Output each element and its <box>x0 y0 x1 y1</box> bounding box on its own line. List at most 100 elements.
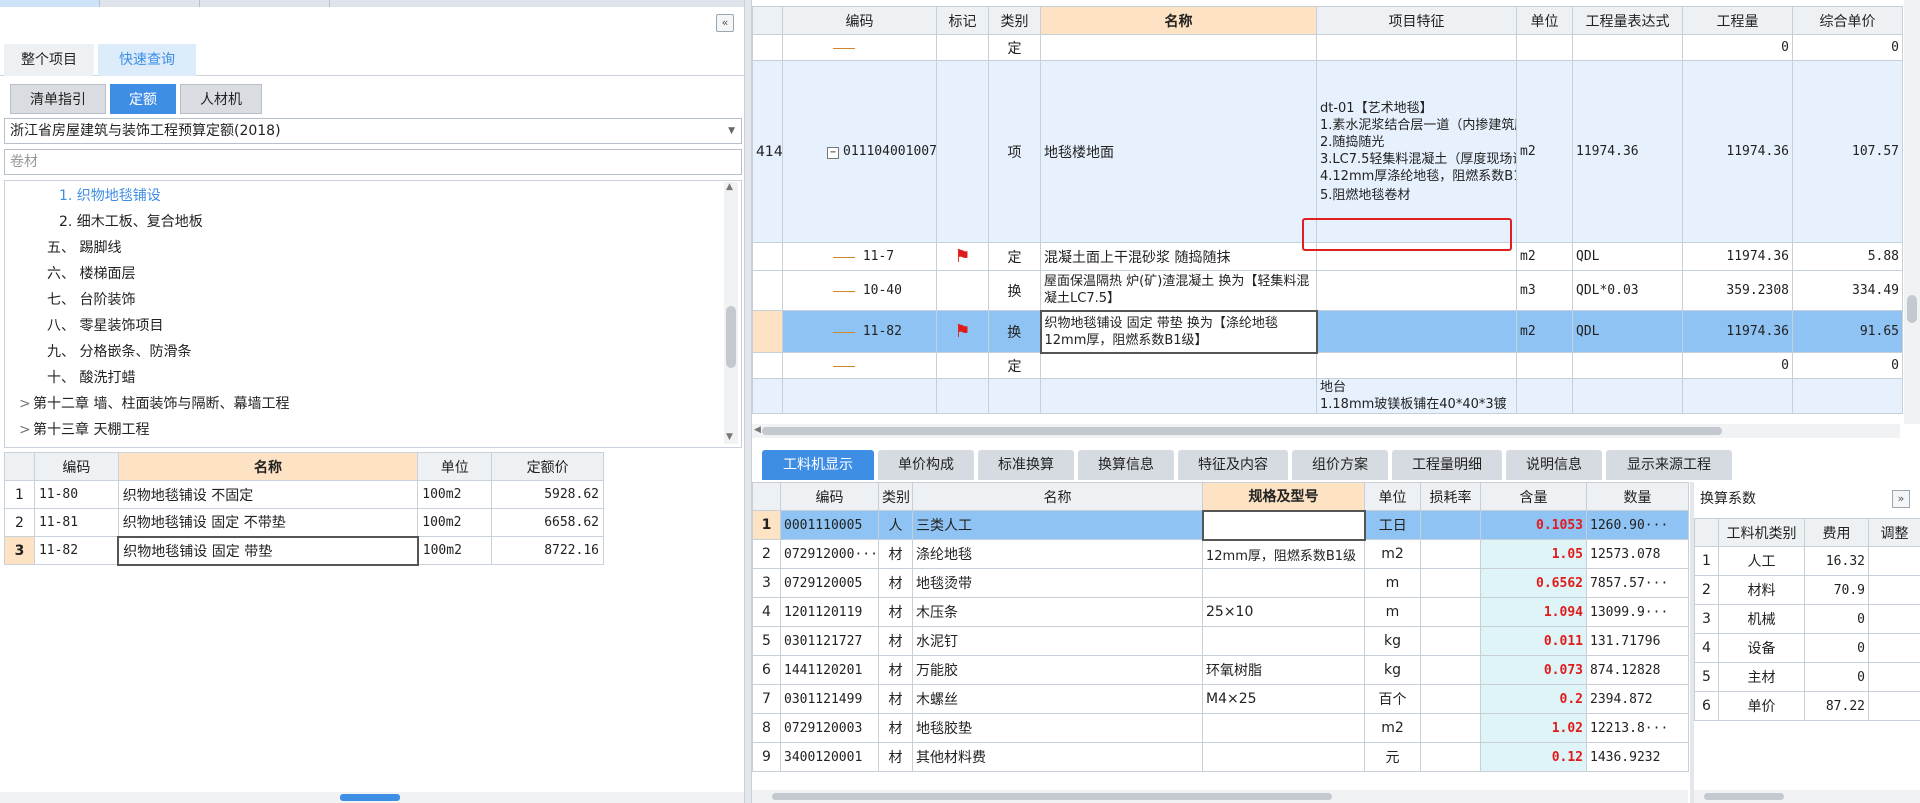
search-input[interactable]: 卷材 <box>4 149 742 175</box>
material-qty[interactable]: 131.71796 <box>1586 626 1689 656</box>
fee[interactable]: 0 <box>1804 662 1869 692</box>
tab-unit-price-composition[interactable]: 单价构成 <box>878 450 974 480</box>
item-code[interactable]: 011104001007 <box>843 144 936 159</box>
table-row[interactable]: 6 1441120201 材 万能胶 环氧树脂 kg 0.073 874.128… <box>752 655 1689 685</box>
material-type[interactable]: 材 <box>878 742 913 772</box>
category[interactable]: 单价 <box>1718 691 1805 721</box>
row-name[interactable]: 混凝土面上干混砂浆 随捣随抹 <box>1040 242 1317 271</box>
column-header[interactable]: 编码 <box>33 452 119 481</box>
quota-unit[interactable]: 100m2 <box>417 536 493 565</box>
tab-conversion-info[interactable]: 换算信息 <box>1078 450 1174 480</box>
tree-item[interactable]: 六、 楼梯面层 <box>47 261 135 287</box>
material-code[interactable]: 0729120005 <box>780 568 879 598</box>
material-qty[interactable]: 2394.872 <box>1586 684 1689 714</box>
material-name[interactable]: 万能胶 <box>912 655 1203 685</box>
material-qty[interactable]: 12213.8··· <box>1586 713 1689 743</box>
quota-code[interactable]: 11-82 <box>33 536 119 565</box>
row-name[interactable]: 屋面保温隔热 炉(矿)渣混凝土 换为【轻集料混凝土LC7.5】 <box>1040 270 1317 311</box>
conversion-horizontal-scrollbar[interactable] <box>1694 790 1920 803</box>
material-code[interactable]: 0301121499 <box>780 684 879 714</box>
column-header[interactable]: 工程量表达式 <box>1572 6 1683 35</box>
material-loss[interactable] <box>1420 655 1481 685</box>
quota-name[interactable]: 织物地毯铺设 固定 不带垫 <box>117 508 419 537</box>
material-content[interactable]: 1.05 <box>1480 539 1587 569</box>
category[interactable]: 机械 <box>1718 604 1805 634</box>
column-header[interactable]: 综合单价 <box>1792 6 1903 35</box>
adjust-cell[interactable] <box>1868 604 1920 634</box>
row-type[interactable]: 项 <box>988 60 1041 243</box>
scrollbar-thumb[interactable] <box>1907 295 1917 323</box>
tab-pricing-scheme[interactable]: 组价方案 <box>1292 450 1388 480</box>
material-code[interactable]: 0729120003 <box>780 713 879 743</box>
material-unit[interactable]: kg <box>1364 655 1421 685</box>
table-row[interactable]: 地台 1.18mm玻镁板铺在40*40*3镀 <box>752 378 1903 414</box>
row-unit[interactable]: m2 <box>1516 242 1573 271</box>
column-header[interactable]: 含量 <box>1480 482 1587 511</box>
dropdown-arrow-icon[interactable]: ▼ <box>728 119 735 143</box>
material-code[interactable]: 1441120201 <box>780 655 879 685</box>
material-code[interactable]: 3400120001 <box>780 742 879 772</box>
table-row[interactable]: 定 0 0 <box>752 34 1903 61</box>
category[interactable]: 材料 <box>1718 575 1805 605</box>
quota-price[interactable]: 8722.16 <box>491 536 604 565</box>
table-row[interactable]: 4 设备 0 <box>1694 633 1920 663</box>
material-name[interactable]: 木压条 <box>912 597 1203 627</box>
expand-panel-icon[interactable]: » <box>1892 490 1910 508</box>
column-header[interactable]: 规格及型号 <box>1202 482 1365 511</box>
table-row[interactable]: 4 1201120119 材 木压条 25×10 m 1.094 13099.9… <box>752 597 1689 627</box>
tree-item[interactable]: 九、 分格嵌条、防滑条 <box>47 339 191 365</box>
table-row[interactable]: 3 0729120005 材 地毯烫带 m 0.6562 7857.57··· <box>752 568 1689 598</box>
row-expr[interactable]: QDL <box>1572 242 1683 271</box>
material-unit[interactable]: m <box>1364 597 1421 627</box>
row-price[interactable]: 5.88 <box>1792 242 1903 271</box>
quota-unit[interactable]: 100m2 <box>417 480 493 509</box>
material-qty[interactable]: 12573.078 <box>1586 539 1689 569</box>
top-strip-tab[interactable] <box>0 0 100 7</box>
scroll-left-icon[interactable]: ◀ <box>754 425 761 435</box>
quota-code[interactable]: 11-81 <box>33 508 119 537</box>
adjust-cell[interactable] <box>1868 662 1920 692</box>
red-flag-icon[interactable]: ⚑ <box>954 321 970 342</box>
collapse-minus-icon[interactable]: − <box>827 147 839 159</box>
quota-price[interactable]: 5928.62 <box>491 480 604 509</box>
material-spec[interactable]: 12mm厚，阻燃系数B1级 <box>1202 539 1365 569</box>
fee[interactable]: 0 <box>1804 604 1869 634</box>
row-price[interactable]: 0 <box>1792 352 1903 379</box>
chevron-right-icon[interactable]: > <box>19 391 31 417</box>
row-type[interactable]: 定 <box>988 34 1041 61</box>
column-header[interactable]: 定额价 <box>491 452 604 481</box>
item-features[interactable]: 地台 1.18mm玻镁板铺在40*40*3镀 <box>1316 378 1517 414</box>
row-type[interactable]: 换 <box>988 270 1041 311</box>
table-row-selected[interactable]: 1 0001110005 人 三类人工 工日 0.1053 1260.90··· <box>752 509 1689 541</box>
column-header[interactable]: 单位 <box>1364 482 1421 511</box>
top-strip-tab[interactable] <box>100 0 200 7</box>
material-content[interactable]: 0.2 <box>1480 684 1587 714</box>
material-unit[interactable]: m2 <box>1364 539 1421 569</box>
material-content[interactable]: 0.6562 <box>1480 568 1587 598</box>
row-type[interactable]: 定 <box>988 352 1041 379</box>
material-spec[interactable] <box>1202 568 1365 598</box>
adjust-cell[interactable] <box>1868 633 1920 663</box>
table-row[interactable]: 10-40 换 屋面保温隔热 炉(矿)渣混凝土 换为【轻集料混凝土LC7.5】 … <box>752 270 1903 311</box>
column-header[interactable]: 单位 <box>417 452 493 481</box>
material-content[interactable]: 0.073 <box>1480 655 1587 685</box>
material-type[interactable]: 材 <box>878 539 913 569</box>
tree-item[interactable]: 十、 酸洗打蜡 <box>47 365 135 391</box>
material-name[interactable]: 三类人工 <box>912 510 1203 540</box>
material-type[interactable]: 材 <box>878 568 913 598</box>
table-row[interactable]: 6 单价 87.22 <box>1694 691 1920 721</box>
tab-quota[interactable]: 定额 <box>110 84 176 114</box>
material-code[interactable]: 1201120119 <box>780 597 879 627</box>
row-unit[interactable]: m2 <box>1516 310 1573 353</box>
material-content[interactable]: 0.1053 <box>1480 510 1587 540</box>
material-type[interactable]: 材 <box>878 626 913 656</box>
material-qty[interactable]: 1260.90··· <box>1586 510 1689 540</box>
quota-code[interactable]: 11-80 <box>33 480 119 509</box>
material-name[interactable]: 地毯胶垫 <box>912 713 1203 743</box>
column-header[interactable]: 标记 <box>936 6 989 35</box>
tab-source-project[interactable]: 显示来源工程 <box>1606 450 1732 480</box>
material-spec[interactable]: M4×25 <box>1202 684 1365 714</box>
material-content[interactable]: 1.094 <box>1480 597 1587 627</box>
scrollbar-thumb[interactable] <box>1704 793 1784 800</box>
quota-price[interactable]: 6658.62 <box>491 508 604 537</box>
